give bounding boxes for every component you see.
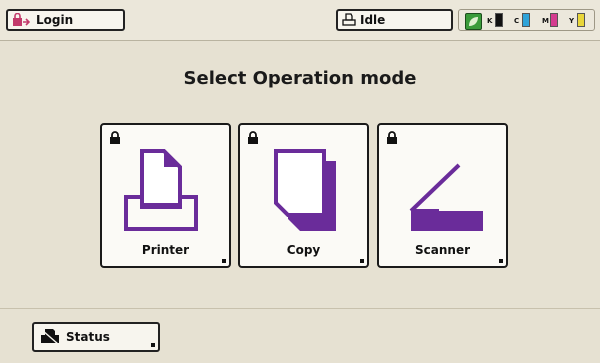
top-bar: Login Idle K C M Y (0, 0, 600, 41)
corner-indicator (499, 259, 503, 263)
toner-levels[interactable]: K C M Y (458, 9, 595, 31)
printer-mode-button[interactable]: Printer (100, 123, 231, 268)
copy-mode-button[interactable]: Copy (238, 123, 369, 268)
eco-leaf-icon (465, 13, 482, 30)
corner-indicator (151, 343, 155, 347)
scanner-icon (409, 163, 483, 231)
footer-divider (0, 308, 600, 309)
control-panel: Login Idle K C M Y Select Operation mode… (0, 0, 600, 363)
status-label: Status (66, 330, 110, 344)
status-printer-icon (40, 328, 60, 346)
status-button[interactable]: Status (32, 322, 160, 352)
corner-indicator (222, 259, 226, 263)
login-label: Login (36, 13, 74, 27)
page-title: Select Operation mode (183, 68, 417, 89)
copy-mode-label: Copy (286, 243, 321, 257)
scanner-mode-button[interactable]: Scanner (377, 123, 508, 268)
login-icon (12, 13, 30, 27)
corner-indicator (360, 259, 364, 263)
printer-status-icon (342, 13, 356, 27)
printer-mode-label: Printer (141, 243, 190, 257)
device-status-label: Idle (360, 13, 386, 27)
copy-icon (274, 149, 336, 231)
login-button[interactable]: Login (6, 9, 125, 31)
device-status-button[interactable]: Idle (336, 9, 453, 31)
printer-icon (124, 149, 198, 231)
scanner-mode-label: Scanner (415, 243, 470, 257)
